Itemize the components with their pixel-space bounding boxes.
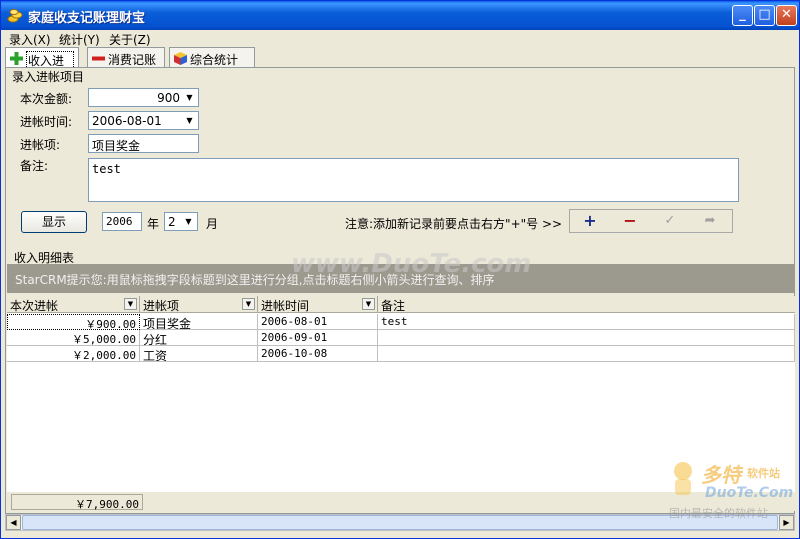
amount-value: 900 xyxy=(157,91,180,105)
column-label: 备注 xyxy=(381,299,406,313)
month-value: 2 xyxy=(168,215,176,229)
cell-amount[interactable]: ￥5,000.00 xyxy=(7,330,140,346)
tab-income[interactable]: 收入进帐 xyxy=(5,47,79,87)
add-record-button[interactable]: + xyxy=(570,210,610,232)
logo-sub: 软件站 xyxy=(747,467,780,480)
month-combo[interactable]: 2 ▼ xyxy=(164,212,198,231)
dropdown-arrow-icon[interactable]: ▼ xyxy=(182,113,197,128)
menu-stats[interactable]: 统计(Y) xyxy=(59,31,100,48)
corner-logo: 多特 软件站 DuoTe.Com 国内最安全的软件站 xyxy=(669,459,793,523)
column-header-memo[interactable]: 备注 xyxy=(378,296,795,313)
title-bar[interactable]: 家庭收支记账理财宝 _ □ ✕ xyxy=(1,1,799,30)
tab-expense[interactable]: 消费记账 xyxy=(87,47,165,67)
cell-memo[interactable] xyxy=(378,346,795,362)
amount-label: 本次金额: xyxy=(20,92,73,106)
cancel-edit-icon: ➦ xyxy=(704,213,716,228)
maximize-button[interactable]: □ xyxy=(754,5,775,26)
column-header-item[interactable]: 进帐项 ▼ xyxy=(140,296,258,313)
menu-entry[interactable]: 录入(X) xyxy=(9,31,51,48)
logo-url: DuoTe.Com xyxy=(705,485,794,501)
year-label: 年 xyxy=(147,217,160,231)
month-label: 月 xyxy=(206,217,219,231)
mascot-icon xyxy=(674,462,692,495)
close-button[interactable]: ✕ xyxy=(776,5,797,26)
memo-textarea[interactable]: test xyxy=(88,158,739,202)
logo-tagline: 国内最安全的软件站 xyxy=(669,507,768,520)
cell-date[interactable]: 2006-10-08 xyxy=(258,346,378,362)
tab-expense-label: 消费记账 xyxy=(108,53,157,67)
cell-item[interactable]: 分红 xyxy=(140,330,258,346)
table-row[interactable]: ￥900.00 项目奖金 2006-08-01 test xyxy=(7,314,795,330)
maximize-icon: □ xyxy=(758,7,771,22)
add-record-icon: + xyxy=(583,211,597,230)
cell-amount[interactable]: ￥2,000.00 xyxy=(7,346,140,362)
delete-record-icon: − xyxy=(623,211,637,230)
year-input[interactable]: 2006 xyxy=(102,212,142,231)
cell-memo[interactable] xyxy=(378,330,795,346)
column-header-date[interactable]: 进帐时间 ▼ xyxy=(258,296,378,313)
center-watermark: www.DuoTe.com xyxy=(291,249,532,279)
cell-memo[interactable]: test xyxy=(378,314,795,330)
grid-header: 本次进帐 ▼ 进帐项 ▼ 进帐时间 ▼ 备注 xyxy=(7,296,795,313)
minimize-button[interactable]: _ xyxy=(732,5,753,26)
app-window: 家庭收支记账理财宝 _ □ ✕ 录入(X) 统计(Y) 关于(Z) 收入进帐 消… xyxy=(0,0,800,539)
dropdown-arrow-icon[interactable]: ▼ xyxy=(182,90,197,105)
column-dropdown-icon[interactable]: ▼ xyxy=(242,298,255,310)
table-row[interactable]: ￥5,000.00 分红 2006-09-01 xyxy=(7,330,795,346)
column-dropdown-icon[interactable]: ▼ xyxy=(362,298,375,310)
app-coins-icon xyxy=(7,9,23,23)
item-label: 进帐项: xyxy=(20,138,61,152)
income-panel: 录入进帐项目 本次金额: 900 ▼ 进帐时间: 2006-08-01 ▼ 进帐… xyxy=(5,67,795,514)
table-row[interactable]: ￥2,000.00 工资 2006-10-08 xyxy=(7,346,795,362)
column-label: 本次进帐 xyxy=(10,299,59,313)
cell-item[interactable]: 项目奖金 xyxy=(140,314,258,330)
menu-about[interactable]: 关于(Z) xyxy=(109,31,151,48)
column-label: 进帐时间 xyxy=(261,299,310,313)
date-value: 2006-08-01 xyxy=(92,114,162,128)
tab-strip: 收入进帐 消费记账 综合统计 xyxy=(5,47,795,87)
plus-icon xyxy=(10,52,23,65)
dropdown-arrow-icon[interactable]: ▼ xyxy=(181,214,196,229)
cell-date[interactable]: 2006-09-01 xyxy=(258,330,378,346)
total-amount: ￥7,900.00 xyxy=(11,494,143,511)
amount-combo[interactable]: 900 ▼ xyxy=(88,88,199,107)
minus-icon xyxy=(92,56,105,61)
entry-group-title: 录入进帐项目 xyxy=(12,70,85,84)
cell-item[interactable]: 工资 xyxy=(140,346,258,362)
scroll-left-icon[interactable]: ◀ xyxy=(6,515,21,530)
delete-record-button[interactable]: − xyxy=(610,210,650,232)
column-label: 进帐项 xyxy=(143,299,180,313)
record-navigator: + − ✓ ➦ xyxy=(569,209,733,233)
add-notice: 注意:添加新记录前要点击右方"+"号 >> xyxy=(345,217,563,231)
logo-main: 多特 xyxy=(701,463,741,487)
item-input[interactable]: 项目奖金 xyxy=(88,134,199,153)
window-title: 家庭收支记账理财宝 xyxy=(28,11,146,26)
close-icon: ✕ xyxy=(781,7,792,22)
cube-icon xyxy=(174,52,187,65)
confirm-button[interactable]: ✓ xyxy=(650,210,690,232)
confirm-icon: ✓ xyxy=(664,213,676,228)
date-label: 进帐时间: xyxy=(20,115,73,129)
tab-summary[interactable]: 综合统计 xyxy=(169,47,255,67)
column-dropdown-icon[interactable]: ▼ xyxy=(124,298,137,310)
memo-label: 备注: xyxy=(20,159,49,173)
minimize-icon: _ xyxy=(739,7,746,22)
scroll-thumb[interactable] xyxy=(22,515,778,530)
menu-bar: 录入(X) 统计(Y) 关于(Z) xyxy=(1,30,799,47)
date-picker[interactable]: 2006-08-01 ▼ xyxy=(88,111,199,130)
cancel-edit-button[interactable]: ➦ xyxy=(690,210,730,232)
tab-summary-label: 综合统计 xyxy=(190,53,239,67)
cell-date[interactable]: 2006-08-01 xyxy=(258,314,378,330)
show-button[interactable]: 显示 xyxy=(21,211,87,233)
column-header-amount[interactable]: 本次进帐 ▼ xyxy=(7,296,140,313)
cell-amount[interactable]: ￥900.00 xyxy=(7,314,140,330)
